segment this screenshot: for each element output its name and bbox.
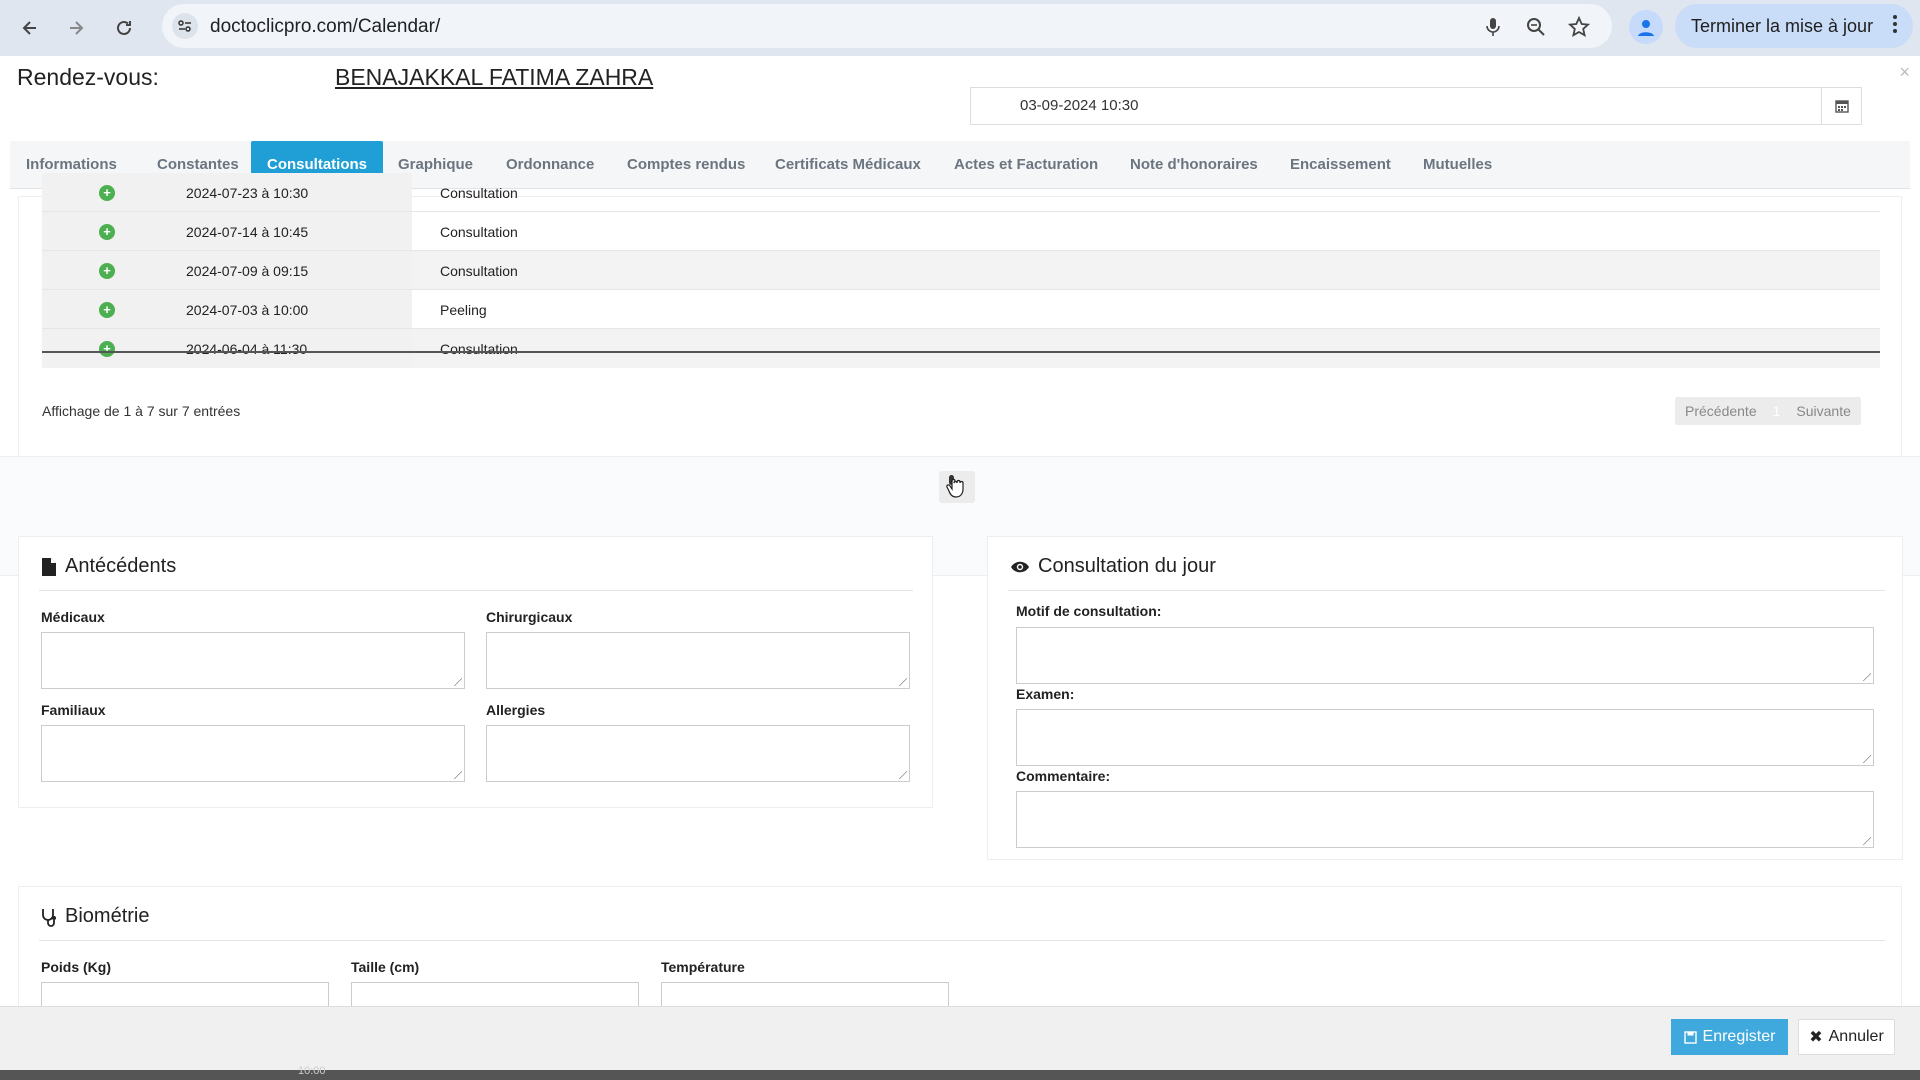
consultation-title: Consultation du jour xyxy=(1010,555,1216,578)
save-label: Enregister xyxy=(1702,1028,1776,1045)
poids-label: Poids (Kg) xyxy=(41,959,111,975)
cancel-button[interactable]: ✖ Annuler xyxy=(1798,1019,1895,1055)
allergies-textarea[interactable] xyxy=(486,725,910,782)
expand-row-icon[interactable]: + xyxy=(99,263,115,279)
allergies-label: Allergies xyxy=(486,702,546,718)
table-row[interactable]: + 2024-07-09 à 09:15 Consultation xyxy=(42,251,1880,290)
appointment-modal: × Rendez-vous: BENAJAKKAL FATIMA ZAHRA 0… xyxy=(0,56,1920,1070)
entries-info: Affichage de 1 à 7 sur 7 entrées xyxy=(42,403,241,419)
expand-row-icon[interactable]: + xyxy=(99,341,115,357)
microphone-icon[interactable] xyxy=(1480,14,1506,40)
address-bar[interactable]: doctoclicpro.com/Calendar/ xyxy=(162,4,1612,48)
motif-textarea[interactable] xyxy=(1016,627,1874,684)
eye-icon xyxy=(1011,561,1029,572)
divider xyxy=(39,590,913,591)
appointment-datetime-field[interactable]: 03-09-2024 10:30 xyxy=(970,87,1862,125)
examen-label: Examen: xyxy=(1016,686,1075,702)
consultation-title-text: Consultation du jour xyxy=(1038,555,1216,577)
antecedents-panel: Antécédents Médicaux Chirurgicaux Famili… xyxy=(18,536,933,808)
antecedents-title: Antécédents xyxy=(41,555,176,578)
url-text[interactable]: doctoclicpro.com/Calendar/ xyxy=(210,16,440,38)
patient-name-link[interactable]: BENAJAKKAL FATIMA ZAHRA xyxy=(335,64,653,91)
expand-row-icon[interactable]: + xyxy=(99,302,115,318)
row-date: 2024-07-23 à 10:30 xyxy=(186,185,309,201)
row-date: 2024-06-04 à 11:30 xyxy=(186,341,308,357)
consultation-du-jour-panel: Consultation du jour Motif de consultati… xyxy=(987,536,1903,860)
close-x-icon: ✖ xyxy=(1809,1029,1823,1046)
microphone-hand-icon xyxy=(946,475,964,498)
dictation-mic-button[interactable] xyxy=(939,471,975,503)
familiaux-textarea[interactable] xyxy=(41,725,465,782)
profile-avatar-icon[interactable] xyxy=(1629,10,1663,44)
table-row[interactable]: + 2024-07-14 à 10:45 Consultation xyxy=(42,212,1880,251)
row-type: Peeling xyxy=(440,302,487,318)
row-type: Consultation xyxy=(440,224,518,240)
next-page-button[interactable]: Suivante xyxy=(1786,403,1860,419)
commentaire-textarea[interactable] xyxy=(1016,791,1874,848)
table-row[interactable]: + 2024-07-23 à 10:30 Consultation xyxy=(42,173,1880,212)
back-icon[interactable] xyxy=(12,10,48,46)
row-type: Consultation xyxy=(440,341,518,357)
update-browser-button[interactable]: Terminer la mise à jour xyxy=(1675,4,1913,48)
cancel-label: Annuler xyxy=(1828,1028,1884,1045)
site-info-icon[interactable] xyxy=(172,13,198,39)
row-type: Consultation xyxy=(440,185,518,201)
table-row[interactable]: + 2024-07-03 à 10:00 Peeling xyxy=(42,290,1880,329)
divider xyxy=(39,940,1885,941)
motif-label: Motif de consultation: xyxy=(1016,603,1162,619)
reload-icon[interactable] xyxy=(106,10,142,46)
expand-row-icon[interactable]: + xyxy=(99,185,115,201)
calendar-icon[interactable] xyxy=(1821,88,1861,124)
examen-textarea[interactable] xyxy=(1016,709,1874,766)
biometrie-title: Biométrie xyxy=(41,905,149,928)
more-menu-icon[interactable] xyxy=(1893,15,1897,36)
biometrie-title-text: Biométrie xyxy=(65,905,150,927)
previous-page-button[interactable]: Précédente xyxy=(1675,403,1767,419)
table-row[interactable]: + 2024-06-04 à 11:30 Consultation xyxy=(42,329,1880,368)
forward-icon[interactable] xyxy=(58,10,94,46)
row-date: 2024-07-03 à 10:00 xyxy=(186,302,309,318)
chirurgicaux-label: Chirurgicaux xyxy=(486,609,573,625)
document-icon xyxy=(42,557,56,576)
medicaux-textarea[interactable] xyxy=(41,632,465,689)
modal-footer: Enregister ✖ Annuler xyxy=(0,1006,1920,1070)
commentaire-label: Commentaire: xyxy=(1016,768,1111,784)
update-browser-label: Terminer la mise à jour xyxy=(1691,15,1874,36)
medicaux-label: Médicaux xyxy=(41,609,105,625)
row-date: 2024-07-14 à 10:45 xyxy=(186,224,309,240)
antecedents-title-text: Antécédents xyxy=(65,555,177,577)
page-number[interactable]: 1 xyxy=(1767,403,1787,419)
consultation-history-table: + 2024-07-23 à 10:30 Consultation + 2024… xyxy=(18,173,1902,490)
taille-label: Taille (cm) xyxy=(351,959,420,975)
row-type: Consultation xyxy=(440,263,518,279)
table-divider xyxy=(42,351,1880,353)
bookmark-star-icon[interactable] xyxy=(1566,14,1592,40)
browser-toolbar: doctoclicpro.com/Calendar/ Terminer la m… xyxy=(0,0,1920,56)
row-date: 2024-07-09 à 09:15 xyxy=(186,263,309,279)
floppy-disk-icon xyxy=(1683,1030,1697,1044)
stethoscope-icon xyxy=(42,908,56,927)
close-icon[interactable]: × xyxy=(1899,62,1910,83)
divider xyxy=(1008,590,1885,591)
background-time-label: 10:00 xyxy=(298,1065,326,1077)
expand-row-icon[interactable]: + xyxy=(99,224,115,240)
zoom-icon[interactable] xyxy=(1523,14,1549,40)
temperature-label: Température xyxy=(661,959,745,975)
chirurgicaux-textarea[interactable] xyxy=(486,632,910,689)
familiaux-label: Familiaux xyxy=(41,702,106,718)
save-button[interactable]: Enregister xyxy=(1671,1019,1788,1055)
appointment-label: Rendez-vous: xyxy=(17,64,159,90)
pagination: Précédente 1 Suivante xyxy=(1675,397,1861,425)
background-calendar-strip: 10:00 xyxy=(0,1065,1920,1080)
appointment-datetime-value: 03-09-2024 10:30 xyxy=(1020,97,1139,114)
